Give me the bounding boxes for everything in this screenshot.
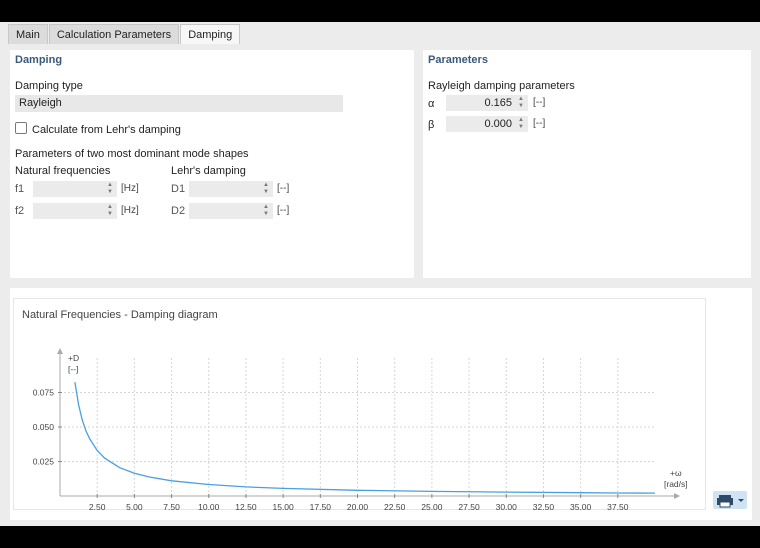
- x-tick-label: 20.00: [347, 502, 369, 512]
- x-tick-label: 22.50: [384, 502, 406, 512]
- x-axis-label: +ω: [670, 468, 682, 478]
- spinner-arrows-icon[interactable]: ▲ ▼: [262, 182, 270, 196]
- spinner-arrows-icon[interactable]: ▲ ▼: [106, 204, 114, 218]
- spinner-arrows-icon[interactable]: ▲ ▼: [517, 117, 525, 131]
- x-tick-label: 5.00: [126, 502, 143, 512]
- lehrs-damping-label: Lehr's damping: [171, 165, 246, 177]
- natural-frequencies-label: Natural frequencies: [15, 165, 111, 177]
- damping-type-value: Rayleigh: [19, 97, 62, 109]
- damping-type-dropdown[interactable]: Rayleigh: [15, 95, 343, 112]
- x-tick-label: 10.00: [198, 502, 220, 512]
- lehr-damping-checkbox-label[interactable]: Calculate from Lehr's damping: [32, 124, 181, 136]
- damping-type-label: Damping type: [15, 80, 83, 92]
- x-tick-label: 2.50: [89, 502, 106, 512]
- damping-curve-line: [74, 382, 656, 494]
- f1-unit: [Hz]: [121, 183, 139, 194]
- tab-damping[interactable]: Damping: [180, 24, 241, 44]
- alpha-input[interactable]: 0.165 ▲ ▼: [446, 95, 528, 111]
- d2-label: D2: [171, 205, 186, 217]
- f2-input[interactable]: ▲ ▼: [33, 203, 117, 219]
- chart-panel: Natural Frequencies - Damping diagram 2.…: [10, 288, 752, 520]
- beta-input[interactable]: 0.000 ▲ ▼: [446, 116, 528, 132]
- x-tick-label: 32.50: [533, 502, 555, 512]
- f2-label: f2: [15, 205, 25, 217]
- y-tick-label: 0.050: [33, 422, 55, 432]
- beta-value: 0.000: [484, 118, 512, 130]
- y-axis-label: +D: [68, 353, 79, 363]
- f1-label: f1: [15, 183, 25, 195]
- rayleigh-params-label: Rayleigh damping parameters: [428, 80, 575, 92]
- x-tick-label: 7.50: [163, 502, 180, 512]
- beta-unit: [--]: [533, 118, 546, 129]
- f1-input[interactable]: ▲ ▼: [33, 181, 117, 197]
- alpha-unit: [--]: [533, 97, 546, 108]
- d2-unit: [--]: [277, 205, 290, 216]
- d1-unit: [--]: [277, 183, 290, 194]
- x-tick-label: 17.50: [310, 502, 332, 512]
- dialog-window: Main Calculation Parameters Damping Damp…: [0, 22, 760, 526]
- x-tick-label: 12.50: [235, 502, 257, 512]
- alpha-value: 0.165: [484, 97, 512, 109]
- damping-panel: Damping Damping type Rayleigh Calculate …: [10, 50, 414, 278]
- tab-bar: Main Calculation Parameters Damping: [8, 24, 241, 44]
- damping-chart: 2.50 5.00 7.50 10.00 12.50 15.00 17.50 20.00 22.…: [33, 348, 688, 512]
- x-tick-label: 30.00: [496, 502, 518, 512]
- x-axis-unit: [rad/s]: [664, 479, 688, 489]
- f2-unit: [Hz]: [121, 205, 139, 216]
- printer-icon: [717, 495, 744, 508]
- spinner-arrows-icon[interactable]: ▲ ▼: [262, 204, 270, 218]
- x-tick-label: 15.00: [272, 502, 294, 512]
- parameters-panel-title: Parameters: [428, 54, 488, 66]
- d1-input[interactable]: ▲ ▼: [189, 181, 273, 197]
- tab-main[interactable]: Main: [8, 24, 48, 44]
- y-tick-label: 0.075: [33, 388, 55, 398]
- y-axis-arrow: [57, 348, 63, 354]
- x-tick-label: 37.50: [607, 502, 629, 512]
- spinner-arrows-icon[interactable]: ▲ ▼: [106, 182, 114, 196]
- d1-label: D1: [171, 183, 186, 195]
- x-tick-label: 35.00: [570, 502, 592, 512]
- x-tick-label: 27.50: [458, 502, 480, 512]
- damping-panel-title: Damping: [15, 54, 63, 66]
- print-button[interactable]: [713, 491, 747, 509]
- y-axis-unit: [--]: [68, 364, 78, 374]
- tab-calculation-parameters[interactable]: Calculation Parameters: [48, 24, 180, 44]
- alpha-label: α: [428, 98, 435, 110]
- x-tick-label: 25.00: [421, 502, 443, 512]
- x-axis-arrow: [674, 493, 680, 499]
- dominant-modes-label: Parameters of two most dominant mode sha…: [15, 148, 249, 160]
- spinner-arrows-icon[interactable]: ▲ ▼: [517, 96, 525, 110]
- d2-input[interactable]: ▲ ▼: [189, 203, 273, 219]
- beta-label: β: [428, 119, 435, 131]
- lehr-damping-checkbox[interactable]: [15, 122, 27, 134]
- parameters-panel: Parameters Rayleigh damping parameters α…: [423, 50, 751, 278]
- y-tick-label: 0.025: [33, 457, 55, 467]
